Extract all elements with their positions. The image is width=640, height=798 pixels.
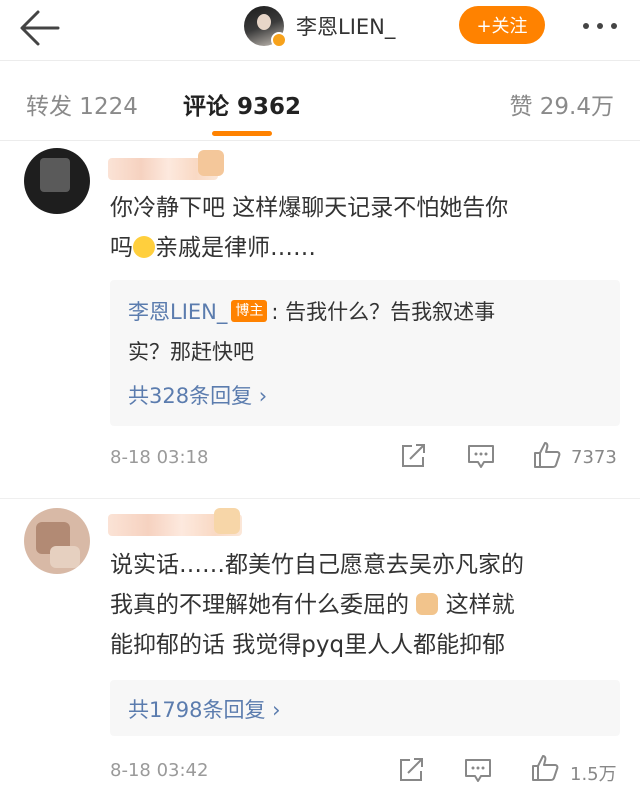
comment-icon[interactable] [466, 441, 496, 471]
tab-like[interactable]: 赞 29.4万 [509, 87, 614, 121]
avatar[interactable] [24, 508, 90, 574]
reply-preview-box[interactable]: 共1798条回复 › [110, 680, 620, 736]
verified-badge-icon [271, 32, 287, 48]
comment-line: 吗亲戚是律师…… [110, 228, 620, 268]
host-badge: 博主 [231, 300, 268, 322]
reply-text: 李恩LIEN_ 博主: 告我什么？告我叙述事 实？那赶快吧 [128, 292, 598, 372]
share-icon[interactable] [396, 755, 426, 785]
reply-line: 实？那赶快吧 [128, 340, 254, 364]
comment-text-segment: 我真的不理解她有什么委屈的 [110, 592, 409, 618]
comment-text-segment: 亲戚是律师…… [155, 235, 316, 261]
comment-text-segment: 这样就 [445, 592, 515, 618]
like-icon[interactable] [530, 753, 560, 783]
comment-text-segment: 吗 [110, 235, 133, 261]
comment-line: 能抑郁的话 我觉得pyq里人人都能抑郁 [110, 632, 506, 658]
comment-separator [0, 498, 640, 499]
reply-line: 李恩LIEN_ 博主: 告我什么？告我叙述事 [128, 292, 598, 332]
view-replies-link[interactable]: 共328条回复 › [128, 380, 267, 410]
like-icon[interactable] [532, 440, 562, 470]
tab-bar: 转发 1224 评论 9362 赞 29.4万 [0, 60, 640, 140]
comment-line: 我真的不理解她有什么委屈的 这样就 [110, 585, 620, 625]
comment-text: 你冷静下吧 这样爆聊天记录不怕她告你 吗亲戚是律师…… [110, 188, 620, 268]
like-count: 7373 [571, 447, 617, 468]
profile-header[interactable]: 李恩LIEN_ [244, 4, 395, 48]
comment-text: 说实话……都美竹自己愿意去吴亦凡家的 我真的不理解她有什么委屈的 这样就 能抑郁… [110, 545, 620, 665]
comment-time: 8-18 03:18 [110, 447, 209, 468]
comment-time: 8-18 03:42 [110, 760, 209, 781]
follow-button[interactable]: +关注 [459, 6, 545, 44]
comment-icon[interactable] [463, 755, 493, 785]
more-dots-icon[interactable] [580, 14, 620, 38]
divider [0, 140, 640, 141]
share-icon[interactable] [398, 441, 428, 471]
top-bar: 李恩LIEN_ +关注 [0, 0, 640, 56]
reply-text-segment: : 告我什么？告我叙述事 [271, 300, 496, 324]
avatar[interactable] [24, 148, 90, 214]
laughing-crying-emoji-icon [133, 235, 155, 258]
reply-username[interactable]: 李恩LIEN_ [128, 300, 227, 324]
comment-line: 你冷静下吧 这样爆聊天记录不怕她告你 [110, 195, 509, 221]
folded-hands-emoji-icon [416, 592, 439, 615]
back-arrow-icon[interactable] [18, 8, 62, 48]
user-badge-blurred [198, 150, 224, 176]
reply-preview-box[interactable]: 李恩LIEN_ 博主: 告我什么？告我叙述事 实？那赶快吧 共328条回复 › [110, 280, 620, 426]
like-count: 1.5万 [570, 764, 617, 785]
avatar[interactable] [244, 6, 287, 48]
user-badge-blurred [214, 508, 240, 534]
view-replies-link[interactable]: 共1798条回复 › [128, 694, 281, 724]
tab-repost[interactable]: 转发 1224 [26, 87, 138, 121]
profile-name[interactable]: 李恩LIEN_ [296, 11, 395, 41]
comment-line: 说实话……都美竹自己愿意去吴亦凡家的 [110, 552, 524, 578]
active-tab-indicator [212, 131, 272, 136]
tab-comment[interactable]: 评论 9362 [183, 87, 301, 121]
